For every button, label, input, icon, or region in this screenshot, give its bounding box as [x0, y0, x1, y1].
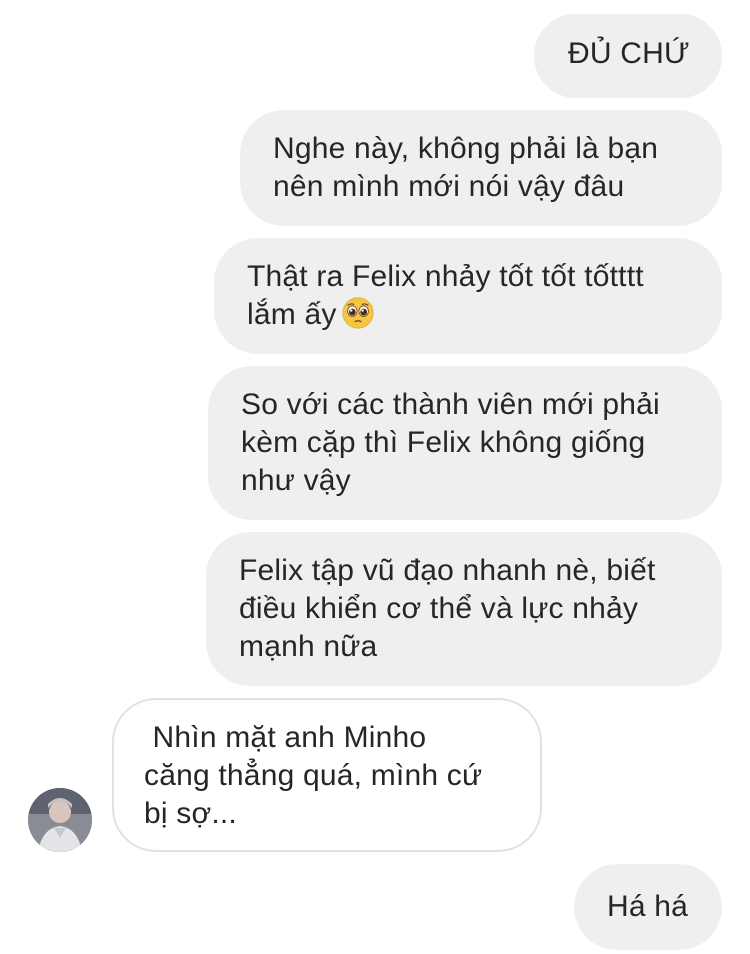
pleading-face-emoji	[341, 297, 374, 329]
message-text-line: Nhìn mặt anh Minho	[144, 721, 427, 754]
message-text-line: kèm cặp thì Felix không giống	[241, 426, 646, 459]
message-bubble-sent[interactable]: Nghe này, không phải là bạn nên mình mới…	[240, 110, 722, 226]
message-text-line: Thật ra Felix nhảy tốt tốt tốtttt	[247, 260, 644, 293]
sender-avatar[interactable]	[28, 788, 92, 852]
message-bubble-sent[interactable]: So với các thành viên mới phải kèm cặp t…	[208, 366, 722, 520]
message-text-line-with-emoji: lắm ấy	[247, 296, 722, 334]
message-bubble-received[interactable]: Nhìn mặt anh Minho căng thẳng quá, mình …	[112, 698, 542, 852]
message-text-line: ĐỦ CHỨ	[568, 37, 690, 70]
message-text-line: So với các thành viên mới phải	[241, 388, 660, 421]
message-bubble-sent[interactable]: Há há	[574, 864, 722, 950]
message-text-line: nên mình mới nói vậy đâu	[273, 170, 625, 203]
message-text-line: mạnh nữa	[239, 630, 378, 663]
message-bubble-sent[interactable]: ĐỦ CHỨ	[534, 14, 722, 98]
message-text-line: điều khiển cơ thể và lực nhảy	[239, 592, 639, 625]
message-text-line: Nghe này, không phải là bạn	[273, 132, 659, 165]
person-avatar-icon	[28, 788, 92, 852]
message-text-line: lắm ấy	[247, 298, 337, 331]
message-text-line: như vậy	[241, 464, 351, 497]
message-text-line: căng thẳng quá, mình cứ	[144, 759, 483, 792]
message-bubble-sent[interactable]: Felix tập vũ đạo nhanh nè, biết điều khi…	[206, 532, 722, 686]
message-text-line: Felix tập vũ đạo nhanh nè, biết	[239, 554, 656, 587]
message-bubble-sent[interactable]: Thật ra Felix nhảy tốt tốt tốtttt lắm ấy	[214, 238, 722, 354]
message-text-line: Há há	[607, 890, 689, 923]
message-text-line: bị sợ...	[144, 797, 237, 830]
